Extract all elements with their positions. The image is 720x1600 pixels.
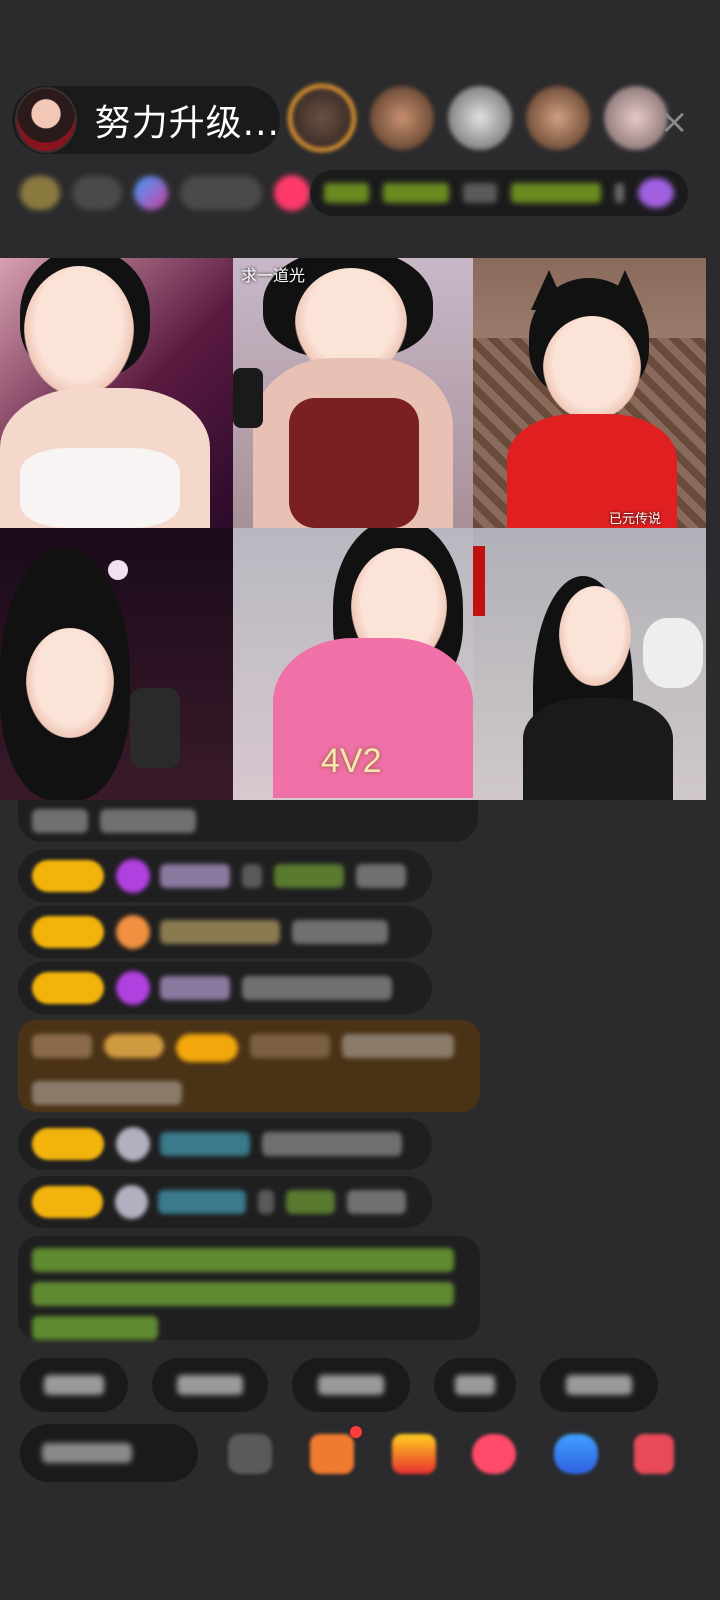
chat-message-gift[interactable] bbox=[18, 1020, 480, 1112]
quick-reply-row bbox=[20, 1358, 682, 1412]
quick-reply-chip[interactable] bbox=[434, 1358, 516, 1412]
video-tile-2[interactable]: 求一道光 bbox=[233, 258, 473, 528]
host-info-pill[interactable]: 努力升级... bbox=[12, 86, 280, 154]
lips-icon[interactable] bbox=[472, 1434, 516, 1474]
tile-caption: 已元传说 bbox=[609, 512, 662, 527]
close-icon[interactable]: × bbox=[660, 102, 689, 142]
quick-reply-chip[interactable] bbox=[152, 1358, 268, 1412]
heart-icon[interactable] bbox=[274, 175, 310, 211]
guild-badge-icon[interactable] bbox=[134, 176, 168, 210]
level-badge bbox=[32, 916, 104, 948]
top-viewers-list bbox=[288, 84, 682, 152]
diamond-icon bbox=[116, 971, 150, 1005]
microphone-icon bbox=[233, 368, 263, 428]
more-icon[interactable] bbox=[228, 1434, 272, 1474]
quick-reply-chip[interactable] bbox=[20, 1358, 128, 1412]
video-tile-1[interactable] bbox=[0, 258, 233, 528]
rank-badge-icon[interactable] bbox=[20, 176, 60, 210]
chat-message-system bbox=[18, 800, 478, 842]
viewer-avatar[interactable] bbox=[448, 86, 512, 150]
viewer-avatar[interactable] bbox=[604, 86, 668, 150]
chat-message[interactable] bbox=[18, 906, 432, 958]
viewer-avatar[interactable] bbox=[370, 86, 434, 150]
rank-badge-text bbox=[72, 176, 122, 210]
quick-reply-chip[interactable] bbox=[540, 1358, 658, 1412]
chat-message[interactable] bbox=[18, 962, 432, 1014]
gift-icon[interactable] bbox=[634, 1434, 674, 1474]
video-tile-4[interactable] bbox=[0, 528, 233, 800]
viewer-avatar[interactable] bbox=[526, 86, 590, 150]
treasure-icon[interactable] bbox=[392, 1434, 436, 1474]
quick-reply-chip[interactable] bbox=[292, 1358, 410, 1412]
tile-caption: 求一道光 bbox=[241, 266, 306, 285]
chat-message[interactable] bbox=[18, 1118, 432, 1170]
user-avatar bbox=[114, 1185, 149, 1219]
gift-box-icon[interactable] bbox=[310, 1434, 354, 1474]
level-badge bbox=[32, 1186, 103, 1218]
diamond-icon bbox=[116, 859, 150, 893]
pk-score-label: 4V2 bbox=[321, 742, 382, 780]
heart-icon bbox=[116, 915, 150, 949]
chat-message-system-notice bbox=[18, 1236, 480, 1340]
game-icon[interactable] bbox=[554, 1434, 598, 1474]
level-badge bbox=[32, 1128, 104, 1160]
video-tile-6[interactable] bbox=[473, 528, 706, 800]
mission-bar[interactable] bbox=[310, 170, 688, 216]
notification-dot bbox=[350, 1426, 362, 1438]
host-name: 努力升级... bbox=[94, 103, 280, 144]
microphone-icon bbox=[130, 688, 180, 768]
user-avatar bbox=[116, 1127, 150, 1161]
guild-badge-text bbox=[180, 176, 262, 210]
chat-input[interactable] bbox=[20, 1424, 198, 1482]
video-tile-3[interactable]: 已元传说 bbox=[473, 258, 706, 528]
chat-message[interactable] bbox=[18, 850, 432, 902]
video-tile-5[interactable]: 4V2 bbox=[233, 528, 473, 800]
multi-guest-video-grid: 求一道光 已元传说 4V2 bbox=[0, 258, 706, 800]
bottom-action-bar bbox=[0, 1420, 720, 1490]
chat-message[interactable] bbox=[18, 1176, 432, 1228]
host-avatar[interactable] bbox=[15, 87, 77, 153]
level-badge bbox=[32, 972, 104, 1004]
level-badge bbox=[32, 860, 104, 892]
viewer-avatar[interactable] bbox=[288, 84, 356, 152]
badge-row bbox=[20, 168, 322, 218]
